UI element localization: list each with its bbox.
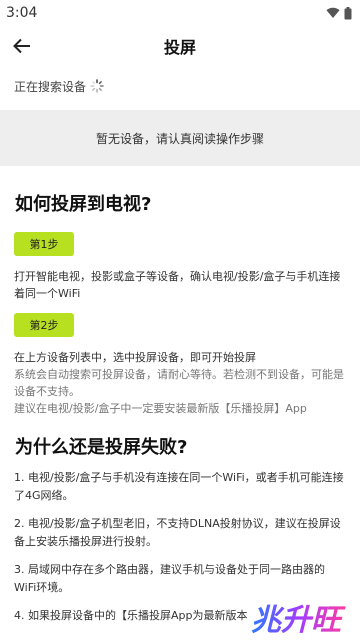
loading-spinner-icon [90, 79, 104, 93]
step1-badge: 第1步 [14, 232, 74, 256]
watermark-logo: 兆升旺 [251, 603, 346, 638]
empty-device-list: 暂无设备，请认真阅读操作步骤 [0, 110, 360, 166]
wifi-icon [326, 7, 340, 19]
step2-text-recommend: 建议在电视/投影/盒子中一定要安装最新版【乐播投屏】App [14, 402, 307, 415]
why-item-3: 3. 局域网中存在多个路由器，建议手机与设备处于同一路由器的WiFi环境。 [14, 563, 325, 594]
step1-text: 打开智能电视，投影或盒子等设备，确认电视/投影/盒子与手机连接着同一个WiFi [14, 270, 341, 300]
watermark-text: 兆升旺 [251, 603, 346, 638]
status-time: 3:04 [6, 5, 38, 21]
battery-icon [344, 6, 352, 19]
search-status: 正在搜索设备 [0, 68, 360, 104]
page-title: 投屏 [163, 38, 196, 57]
empty-device-text: 暂无设备，请认真阅读操作步骤 [95, 131, 264, 146]
how-to-cast-title: 如何投屏到电视? [15, 194, 152, 215]
status-bar: 3:04 [0, 0, 360, 26]
search-status-text: 正在搜索设备 [14, 79, 87, 94]
status-icons [326, 6, 352, 20]
why-fail-title: 为什么还是投屏失败? [15, 437, 188, 458]
step2-text-note: 系统会自动搜索可投屏设备，请耐心等待。若检测不到设备，可能是设备不支持。 [14, 368, 344, 398]
why-item-1: 1. 电视/投影/盒子与手机没有连接在同一个WiFi，或者手机可能连接了4G网络… [14, 471, 344, 502]
step2-badge: 第2步 [14, 313, 74, 337]
back-arrow-icon [13, 38, 30, 54]
app-bar: 投屏 [0, 26, 360, 66]
back-button[interactable] [2, 26, 42, 66]
step2-text-primary: 在上方设备列表中，选中投屏设备，即可开始投屏 [14, 351, 256, 364]
why-item-2: 2. 电视/投影/盒子机型老旧，不支持DLNA投射协议，建议在投屏设备上安装乐播… [14, 517, 341, 548]
